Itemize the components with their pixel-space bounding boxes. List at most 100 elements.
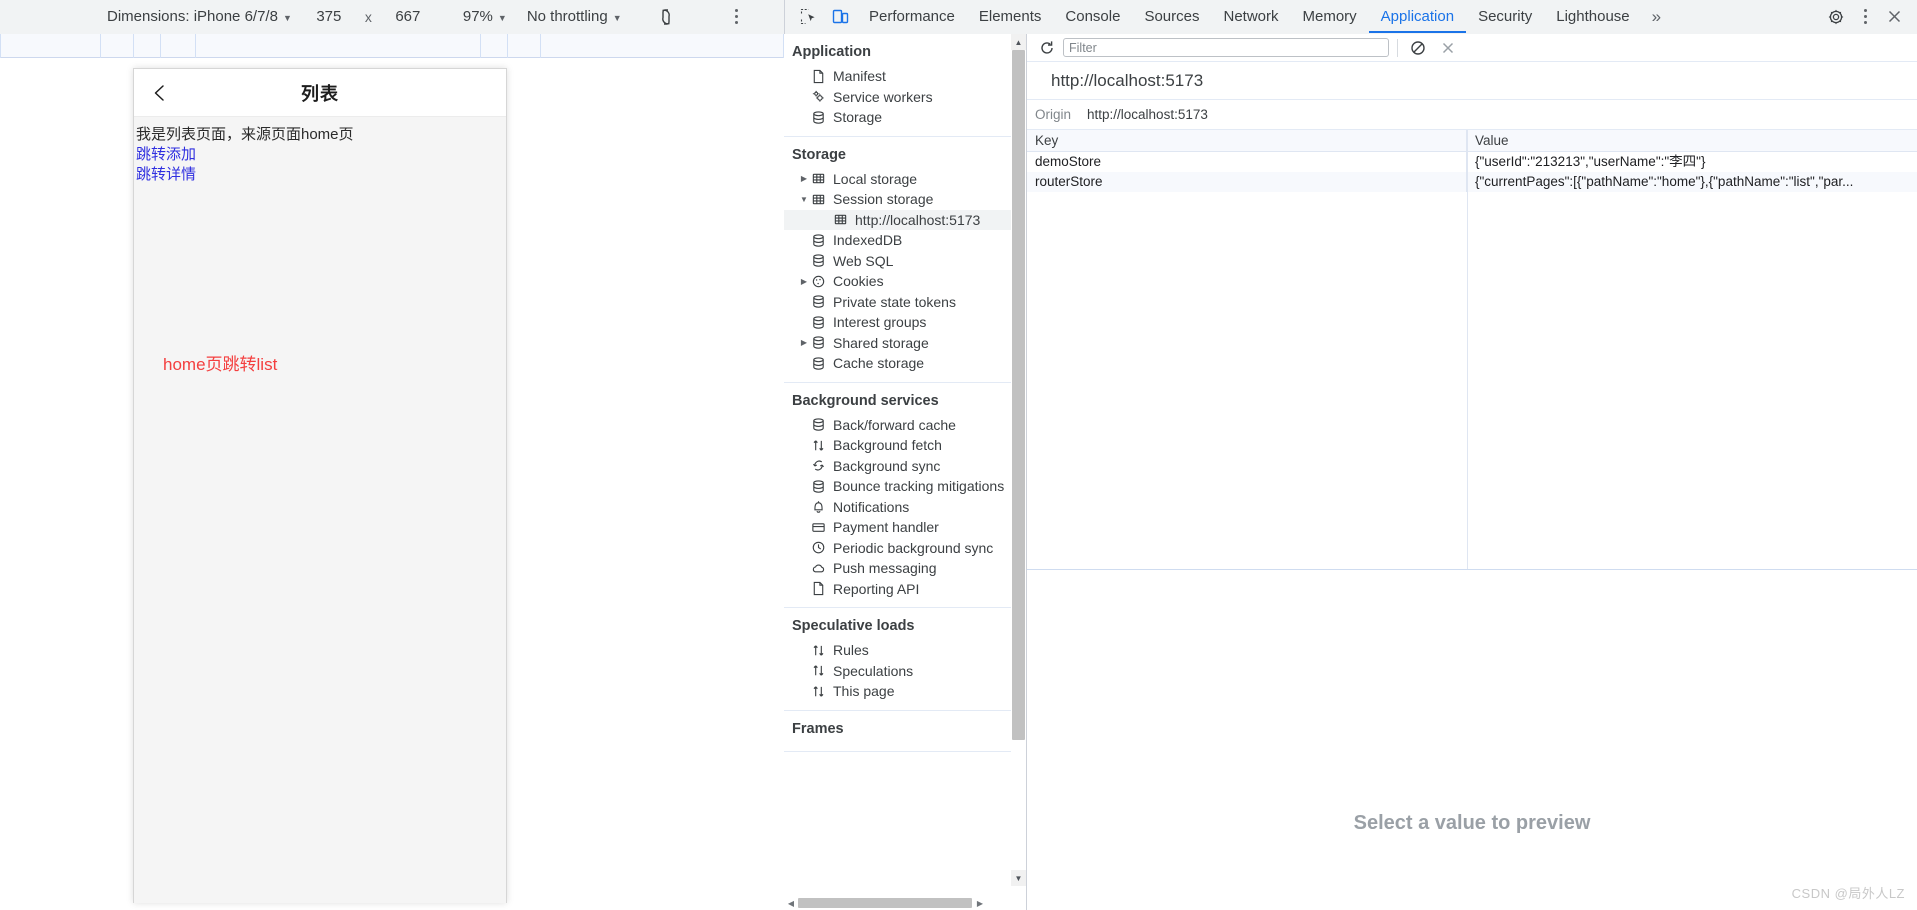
chevron-right-icon[interactable]: ▶ bbox=[798, 173, 810, 185]
sidebar-item-this-page[interactable]: ▶This page bbox=[784, 681, 1012, 702]
tab-security[interactable]: Security bbox=[1466, 0, 1544, 33]
table-row[interactable]: demoStore {"userId":"213213","userName":… bbox=[1027, 152, 1917, 172]
sidebar-item-indexeddb[interactable]: ▶IndexedDB bbox=[784, 230, 1012, 251]
sidebar-item-reporting-api[interactable]: ▶Reporting API bbox=[784, 579, 1012, 600]
sidebar-group-title: Frames bbox=[792, 720, 844, 737]
sidebar-item-speculations[interactable]: ▶Speculations bbox=[784, 661, 1012, 682]
sidebar-item-label: Rules bbox=[833, 642, 869, 659]
sidebar-item-background-sync[interactable]: ▶Background sync bbox=[784, 456, 1012, 477]
device-height-input[interactable]: 667 bbox=[378, 8, 438, 25]
database-icon bbox=[810, 335, 827, 351]
sidebar-item-local-storage[interactable]: ▶ Local storage bbox=[784, 169, 1012, 190]
refresh-icon[interactable] bbox=[1035, 36, 1059, 60]
sidebar-item-label: Cookies bbox=[833, 273, 884, 290]
tab-sources[interactable]: Sources bbox=[1132, 0, 1211, 33]
sidebar-item-label: Service workers bbox=[833, 88, 933, 105]
tab-elements[interactable]: Elements bbox=[967, 0, 1054, 33]
more-tabs-icon[interactable]: » bbox=[1642, 7, 1671, 27]
scroll-down-arrow-icon[interactable]: ▼ bbox=[1011, 870, 1026, 886]
sidebar-item-interest-groups[interactable]: ▶Interest groups bbox=[784, 312, 1012, 333]
throttling-dropdown[interactable]: No throttling ▼ bbox=[520, 4, 629, 30]
database-icon bbox=[810, 294, 827, 310]
scroll-right-arrow-icon[interactable]: ▶ bbox=[974, 899, 986, 908]
inspect-element-icon[interactable] bbox=[793, 3, 823, 31]
column-header-value[interactable]: Value bbox=[1467, 130, 1917, 151]
sidebar-item-shared-storage[interactable]: ▶ Shared storage bbox=[784, 333, 1012, 354]
sidebar-item-payment-handler[interactable]: ▶Payment handler bbox=[784, 517, 1012, 538]
tab-lighthouse[interactable]: Lighthouse bbox=[1544, 0, 1641, 33]
sidebar-item-periodic-background-sync[interactable]: ▶Periodic background sync bbox=[784, 538, 1012, 559]
page-title: 列表 bbox=[301, 83, 339, 104]
chevron-down-icon: ▼ bbox=[612, 12, 622, 23]
column-header-key[interactable]: Key bbox=[1027, 130, 1467, 151]
more-tools-icon[interactable] bbox=[1853, 4, 1877, 30]
chevron-right-icon[interactable]: ▶ bbox=[798, 337, 810, 349]
sidebar-item-back-forward-cache[interactable]: ▶Back/forward cache bbox=[784, 415, 1012, 436]
chevron-right-icon[interactable]: ▶ bbox=[798, 275, 810, 287]
origin-heading-text: http://localhost:5173 bbox=[1051, 70, 1204, 90]
sidebar-item-background-fetch[interactable]: ▶Background fetch bbox=[784, 435, 1012, 456]
hscrollbar-thumb[interactable] bbox=[798, 898, 972, 908]
gear-icon[interactable] bbox=[1823, 4, 1849, 30]
application-sidebar[interactable]: Application▶Manifest▶Service workers▶Sto… bbox=[784, 34, 1027, 910]
sidebar-item-bounce-tracking-mitigations[interactable]: ▶Bounce tracking mitigations bbox=[784, 476, 1012, 497]
tab-memory[interactable]: Memory bbox=[1291, 0, 1369, 33]
sidebar-item-service-workers[interactable]: ▶Service workers bbox=[784, 87, 1012, 108]
sidebar-group-title: Application bbox=[792, 44, 871, 60]
device-preview-area: 列表 我是列表页面，来源页面home页 跳转添加 跳转详情 home页跳转lis… bbox=[0, 58, 784, 910]
delete-selected-icon[interactable] bbox=[1436, 36, 1460, 60]
device-dimensions-dropdown[interactable]: Dimensions: iPhone 6/7/8 ▼ bbox=[100, 4, 299, 30]
credit-card-icon bbox=[810, 519, 827, 535]
device-more-options-icon[interactable] bbox=[725, 4, 749, 30]
tab-performance[interactable]: Performance bbox=[857, 0, 967, 33]
sidebar-horizontal-scrollbar[interactable]: ◀ ▶ bbox=[784, 896, 1012, 910]
value-preview-pane: Select a value to preview bbox=[1027, 672, 1917, 910]
sidebar-item-label: This page bbox=[833, 683, 895, 700]
cloud-icon bbox=[810, 560, 827, 576]
sidebar-vertical-scrollbar[interactable]: ▲ ▼ bbox=[1011, 34, 1026, 910]
storage-data-grid[interactable]: Key Value demoStore {"userId":"213213","… bbox=[1027, 130, 1917, 570]
sidebar-item-rules[interactable]: ▶Rules bbox=[784, 640, 1012, 661]
filter-input[interactable]: Filter bbox=[1063, 38, 1389, 57]
table-icon bbox=[810, 171, 827, 187]
column-divider[interactable] bbox=[1467, 130, 1468, 569]
watermark: CSDN @局外人LZ bbox=[1791, 886, 1905, 901]
rotate-icon[interactable] bbox=[653, 4, 679, 30]
sidebar-item-cookies[interactable]: ▶ Cookies bbox=[784, 271, 1012, 292]
sidebar-item-label: Session storage bbox=[833, 191, 934, 208]
link-goto-detail[interactable]: 跳转详情 bbox=[134, 165, 506, 185]
scrollbar-thumb[interactable] bbox=[1012, 50, 1025, 740]
scroll-up-arrow-icon[interactable]: ▲ bbox=[1011, 34, 1026, 50]
sidebar-item-label: Background fetch bbox=[833, 437, 942, 454]
sidebar-item-storage[interactable]: ▶Storage bbox=[784, 107, 1012, 128]
sidebar-item-manifest[interactable]: ▶Manifest bbox=[784, 66, 1012, 87]
page-description: 我是列表页面，来源页面home页 bbox=[136, 126, 354, 143]
link-goto-add[interactable]: 跳转添加 bbox=[134, 145, 506, 165]
zoom-dropdown[interactable]: 97% ▼ bbox=[456, 4, 514, 30]
sidebar-item-label: Push messaging bbox=[833, 560, 937, 577]
close-icon[interactable] bbox=[1881, 4, 1907, 30]
sidebar-item-label: Cache storage bbox=[833, 355, 925, 372]
phone-viewport[interactable]: 列表 我是列表页面，来源页面home页 跳转添加 跳转详情 home页跳转lis… bbox=[133, 68, 507, 903]
origin-label: Origin bbox=[1035, 107, 1072, 122]
sidebar-item-label: Bounce tracking mitigations bbox=[833, 478, 1005, 495]
table-row[interactable]: routerStore {"currentPages":[{"pathName"… bbox=[1027, 172, 1917, 192]
sidebar-item-notifications[interactable]: ▶Notifications bbox=[784, 497, 1012, 518]
sidebar-item-web-sql[interactable]: ▶Web SQL bbox=[784, 251, 1012, 272]
scroll-left-arrow-icon[interactable]: ◀ bbox=[785, 899, 797, 908]
tab-network[interactable]: Network bbox=[1211, 0, 1290, 33]
sidebar-item-http-localhost-5173[interactable]: ▶http://localhost:5173 bbox=[784, 209, 1012, 230]
clear-all-icon[interactable] bbox=[1406, 36, 1430, 60]
chevron-down-icon[interactable]: ▼ bbox=[798, 193, 810, 205]
tab-application[interactable]: Application bbox=[1368, 0, 1467, 33]
sidebar-item-label: Local storage bbox=[833, 170, 918, 187]
device-width-input[interactable]: 375 bbox=[299, 8, 359, 25]
tab-console[interactable]: Console bbox=[1053, 0, 1132, 33]
updown-arrows-icon bbox=[810, 683, 827, 699]
sidebar-item-push-messaging[interactable]: ▶Push messaging bbox=[784, 558, 1012, 579]
sidebar-item-private-state-tokens[interactable]: ▶Private state tokens bbox=[784, 292, 1012, 313]
sidebar-item-session-storage[interactable]: ▼ Session storage bbox=[784, 189, 1012, 210]
toggle-device-toolbar-icon[interactable] bbox=[825, 3, 855, 31]
app-nav-header: 列表 bbox=[134, 69, 506, 117]
sidebar-item-cache-storage[interactable]: ▶Cache storage bbox=[784, 353, 1012, 374]
